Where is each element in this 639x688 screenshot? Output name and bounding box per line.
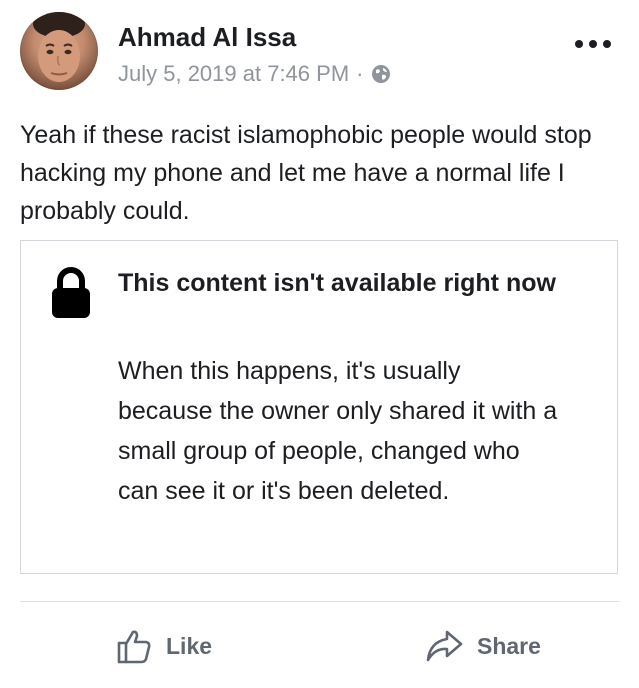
unavailable-message: When this happens, it's usually because … bbox=[118, 357, 558, 505]
profile-photo bbox=[33, 12, 85, 82]
lock-icon bbox=[51, 267, 91, 319]
post-text: Yeah if these racist islamophobic people… bbox=[20, 121, 592, 225]
post-meta: July 5, 2019 at 7:46 PM · bbox=[118, 60, 391, 88]
dot-3 bbox=[603, 40, 611, 48]
thumbs-up-icon bbox=[116, 628, 152, 664]
feed-post: Ahmad Al Issa July 5, 2019 at 7:46 PM · … bbox=[0, 0, 639, 688]
dot-1 bbox=[575, 40, 583, 48]
like-button[interactable]: Like bbox=[116, 624, 212, 668]
unavailable-content-card: This content isn't available right now W… bbox=[20, 240, 618, 574]
share-label: Share bbox=[477, 632, 541, 659]
globe-icon bbox=[371, 64, 391, 84]
actions-divider bbox=[20, 601, 619, 602]
share-button[interactable]: Share bbox=[425, 624, 541, 668]
dot-2 bbox=[589, 40, 597, 48]
post-timestamp[interactable]: July 5, 2019 at 7:46 PM bbox=[118, 61, 349, 87]
like-label: Like bbox=[166, 632, 213, 659]
more-options-icon[interactable] bbox=[575, 36, 611, 52]
unavailable-title: This content isn't available right now bbox=[118, 269, 556, 297]
profile-avatar[interactable] bbox=[20, 12, 98, 90]
share-arrow-icon bbox=[425, 628, 463, 664]
meta-separator: · bbox=[356, 61, 364, 86]
author-name[interactable]: Ahmad Al Issa bbox=[118, 22, 296, 53]
